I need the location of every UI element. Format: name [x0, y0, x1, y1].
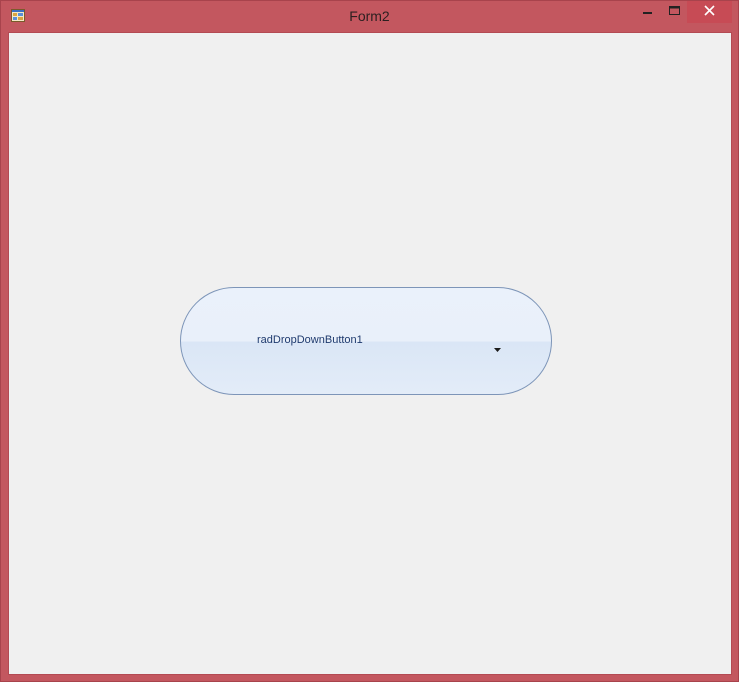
- close-icon: [704, 3, 715, 21]
- client-area: radDropDownButton1: [8, 32, 732, 675]
- title-bar[interactable]: Form2: [1, 1, 738, 32]
- minimize-icon: [642, 3, 653, 21]
- main-window: Form2 radDropDownButton1: [0, 0, 739, 682]
- minimize-button[interactable]: [634, 1, 661, 23]
- window-title: Form2: [349, 8, 390, 24]
- maximize-button[interactable]: [661, 1, 687, 23]
- close-button[interactable]: [687, 1, 732, 23]
- maximize-icon: [668, 3, 680, 21]
- dropdown-button-label: radDropDownButton1: [257, 334, 363, 346]
- dropdown-arrow-icon[interactable]: [494, 339, 501, 352]
- rad-dropdown-button[interactable]: radDropDownButton1: [180, 287, 552, 395]
